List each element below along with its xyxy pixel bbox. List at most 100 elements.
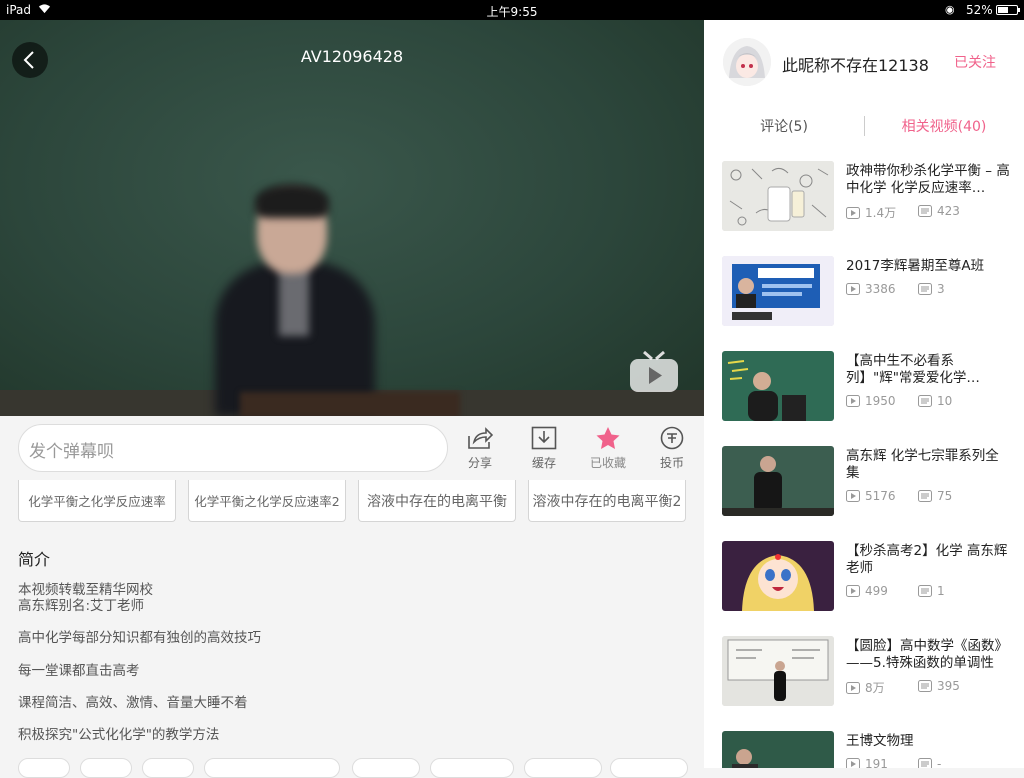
danmaku-count-icon	[918, 585, 932, 597]
favorited-label: 已收藏	[589, 456, 626, 470]
danmaku-input[interactable]: 发个弹幕呗	[18, 424, 448, 472]
related-video-title: 政神带你秒杀化学平衡 – 高中化学 化学反应速率…	[846, 163, 1010, 196]
video-id-title: AV12096428	[300, 47, 404, 66]
play-count-icon	[846, 490, 860, 502]
danmaku-count: 395	[937, 679, 960, 693]
related-video-item[interactable]: 2017李辉暑期至尊A班 3386 3	[722, 256, 1018, 326]
related-video-title: 【秒杀高考2】化学 高东辉老师	[846, 543, 1008, 576]
action-bar: 发个弹幕呗 分享 缓存 已收藏 投币	[0, 416, 704, 480]
play-count: 191	[865, 757, 888, 768]
play-count-icon	[846, 207, 860, 219]
related-video-item[interactable]: 高东辉 化学七宗罪系列全集 5176 75	[722, 446, 1018, 516]
video-thumbnail	[722, 161, 834, 231]
battery-icon	[996, 5, 1020, 15]
share-icon	[468, 427, 493, 449]
related-video-stats: 5176 75	[846, 489, 952, 503]
follow-button[interactable]: 已关注	[954, 52, 996, 72]
related-video-title: 高东辉 化学七宗罪系列全集	[846, 448, 999, 481]
related-video-title: 【圆脸】高中数学《函数》——5.特殊函数的单调性	[846, 638, 1008, 671]
related-video-stats: 1.4万 423	[846, 204, 960, 221]
play-count: 8万	[865, 681, 885, 695]
danmaku-count: 3	[937, 282, 945, 296]
coin-button[interactable]: 投币	[644, 426, 700, 471]
related-video-item[interactable]: 【圆脸】高中数学《函数》——5.特殊函数的单调性 8万 395	[722, 636, 1018, 706]
video-thumbnail	[722, 351, 834, 421]
intro-line: 高中化学每部分知识都有独创的高效技巧	[18, 630, 261, 646]
keyword-chip[interactable]	[18, 758, 70, 778]
uploader-avatar[interactable]	[723, 38, 771, 86]
related-video-stats: 191 -	[846, 757, 941, 768]
keyword-chip[interactable]	[430, 758, 514, 778]
intro-line: 高东辉别名:艾丁老师	[18, 598, 145, 614]
tab-related[interactable]: 相关视频(40)	[864, 116, 1024, 136]
related-video-item[interactable]: 政神带你秒杀化学平衡 – 高中化学 化学反应速率… 1.4万 423	[722, 161, 1018, 231]
battery-percent: 52%	[966, 3, 993, 17]
video-lecturer	[215, 180, 375, 416]
related-video-item[interactable]: 【秒杀高考2】化学 高东辉老师 499 1	[722, 541, 1018, 611]
play-count: 499	[865, 584, 888, 598]
video-player[interactable]: AV12096428	[0, 20, 704, 416]
keyword-chip[interactable]	[204, 758, 340, 778]
episode-tag[interactable]: 溶液中存在的电离平衡2	[528, 480, 686, 522]
video-podium	[240, 392, 460, 416]
related-video-title: 2017李辉暑期至尊A班	[846, 258, 985, 274]
danmaku-count-icon	[918, 205, 932, 217]
cache-button[interactable]: 缓存	[516, 426, 572, 471]
tv-play-icon[interactable]	[628, 350, 680, 394]
episode-tag[interactable]: 化学平衡之化学反应速率2	[188, 480, 346, 522]
favorite-button[interactable]: 已收藏	[580, 426, 636, 471]
keyword-chip[interactable]	[80, 758, 132, 778]
coin-label: 投币	[659, 456, 684, 470]
play-count: 1.4万	[865, 206, 897, 220]
related-video-title: 王博文物理	[846, 733, 914, 749]
related-video-title: 【高中生不必看系列】"辉"常爱爱化学…	[846, 353, 980, 386]
play-count-icon	[846, 585, 860, 597]
danmaku-count: 423	[937, 204, 960, 218]
intro-line: 积极探究"公式化化学"的教学方法	[18, 727, 220, 743]
status-bar: iPad 上午9:55 ◉ 52%	[0, 0, 1024, 20]
danmaku-count: 1	[937, 584, 945, 598]
uploader-name[interactable]: 此昵称不存在12138	[782, 52, 929, 76]
keyword-chip[interactable]	[524, 758, 602, 778]
play-count-icon	[846, 395, 860, 407]
keyword-chips	[18, 758, 704, 778]
tab-comments[interactable]: 评论(5)	[704, 116, 864, 136]
episode-tag[interactable]: 溶液中存在的电离平衡	[358, 480, 516, 522]
episode-tags: 化学平衡之化学反应速率 化学平衡之化学反应速率2 溶液中存在的电离平衡 溶液中存…	[18, 480, 704, 522]
related-video-item[interactable]: 王博文物理 191 -	[722, 731, 1018, 768]
play-count-icon	[846, 283, 860, 295]
rotation-lock-icon: ◉	[945, 3, 955, 16]
play-count: 3386	[865, 282, 896, 296]
status-time: 上午9:55	[486, 5, 538, 19]
related-video-stats: 1950 10	[846, 394, 952, 408]
danmaku-count: 75	[937, 489, 953, 503]
video-thumbnail	[722, 541, 834, 611]
avatar-image	[723, 38, 771, 86]
video-thumbnail	[722, 731, 834, 768]
video-thumbnail	[722, 256, 834, 326]
danmaku-count-icon	[918, 680, 932, 692]
share-button[interactable]: 分享	[452, 426, 508, 471]
danmaku-count-icon	[918, 283, 932, 295]
video-intro: 简介 本视频转载至精华网校 高东辉别名:艾丁老师 高中化学每部分知识都有独创的高…	[18, 546, 678, 743]
related-video-stats: 499 1	[846, 584, 945, 598]
video-thumbnail	[722, 636, 834, 706]
play-count-icon	[846, 682, 860, 694]
right-panel: 此昵称不存在12138 已关注 评论(5) 相关视频(40) 政神带你秒杀化学平…	[704, 20, 1024, 768]
panel-tabs: 评论(5) 相关视频(40)	[704, 116, 1024, 138]
keyword-chip[interactable]	[352, 758, 420, 778]
related-video-item[interactable]: 【高中生不必看系列】"辉"常爱爱化学… 1950 10	[722, 351, 1018, 421]
danmaku-count: -	[937, 757, 942, 768]
download-icon	[531, 426, 557, 450]
cache-label: 缓存	[531, 456, 556, 470]
episode-tag[interactable]: 化学平衡之化学反应速率	[18, 480, 176, 522]
keyword-chip[interactable]	[610, 758, 688, 778]
intro-heading: 简介	[18, 550, 51, 569]
play-count: 1950	[865, 394, 896, 408]
keyword-chip[interactable]	[142, 758, 194, 778]
intro-line: 每一堂课都直击高考	[18, 663, 140, 679]
star-icon	[596, 427, 620, 449]
coin-icon	[660, 426, 684, 450]
related-video-stats: 3386 3	[846, 282, 945, 296]
intro-line: 课程简洁、高效、激情、音量大睡不着	[18, 695, 248, 711]
